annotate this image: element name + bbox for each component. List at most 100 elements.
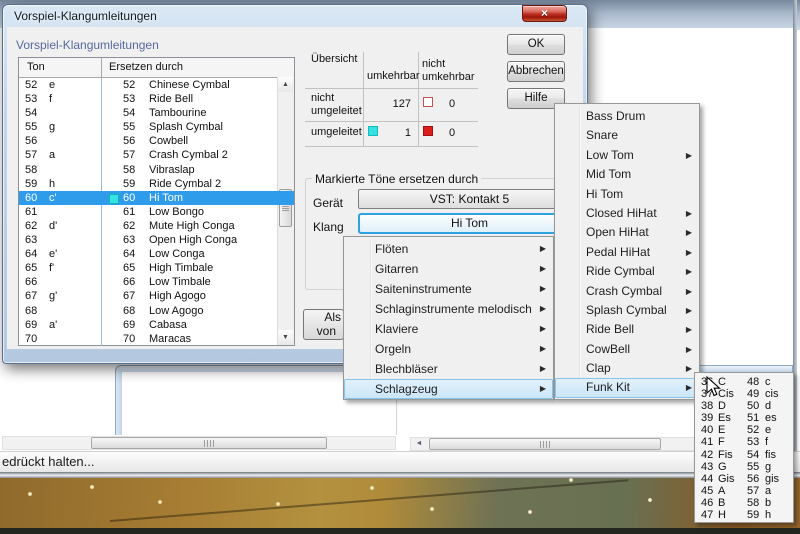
- menu-item[interactable]: Snare ▶: [555, 126, 699, 145]
- count-not-redirected-reversible: 127: [367, 98, 411, 110]
- dialog-heading: Vorspiel-Klangumleitungen: [16, 38, 159, 52]
- table-row[interactable]: 57 a 57 Crash Cymbal 2: [19, 148, 294, 162]
- menu-item[interactable]: Funk Kit ▶: [555, 378, 699, 397]
- table-row[interactable]: 53 f 53 Ride Bell: [19, 92, 294, 106]
- table-row[interactable]: 66 66 Low Timbale: [19, 275, 294, 289]
- table-row[interactable]: 64 e' 64 Low Conga: [19, 247, 294, 261]
- submenu-arrow-icon: ▶: [686, 321, 692, 338]
- menu-item[interactable]: Saiteninstrumente ▶: [344, 279, 553, 299]
- table-row[interactable]: 70 70 Maracas: [19, 332, 294, 346]
- drum-sound-menu: Bass Drum ▶ Snare ▶ Low Tom ▶ Mid Tom ▶ …: [554, 103, 700, 400]
- menu-item[interactable]: Schlagzeug ▶: [344, 379, 553, 399]
- menu-item[interactable]: Gitarren ▶: [344, 259, 553, 279]
- submenu-arrow-icon: ▶: [540, 260, 546, 278]
- tone-mapping-table[interactable]: Ton Ersetzen durch 52 e 52 Chinese Cymba…: [18, 57, 295, 346]
- instrument-category-menu: Flöten ▶ Gitarren ▶ Saiteninstrumente ▶ …: [343, 236, 554, 400]
- note-menu-row[interactable]: 47 H 59 h: [695, 509, 793, 521]
- scroll-left-icon[interactable]: ◄: [412, 438, 426, 450]
- note-menu-row[interactable]: 44 Gis 56 gis: [695, 473, 793, 485]
- column-not-reversible: nicht umkehrbar: [422, 58, 476, 84]
- menu-item[interactable]: Ride Cymbal ▶: [555, 262, 699, 281]
- table-header: Ton Ersetzen durch: [19, 58, 294, 78]
- submenu-arrow-icon: ▶: [540, 320, 546, 338]
- submenu-arrow-icon: ▶: [686, 244, 692, 261]
- submenu-arrow-icon: ▶: [686, 263, 692, 280]
- count-redirected-reversible: 1: [367, 127, 411, 139]
- note-menu-row[interactable]: 42 Fis 54 fis: [695, 449, 793, 461]
- submenu-arrow-icon: ▶: [540, 360, 546, 378]
- column-divider: [101, 78, 102, 346]
- menu-item[interactable]: Blechbläser ▶: [344, 359, 553, 379]
- device-button[interactable]: VST: Kontakt 5: [358, 189, 581, 209]
- menu-item[interactable]: Clap ▶: [555, 359, 699, 378]
- sound-button[interactable]: Hi Tom: [358, 213, 581, 234]
- horizontal-scrollbar-left-pane[interactable]: [2, 436, 396, 450]
- table-row[interactable]: 60 c' 60 Hi Tom: [19, 191, 294, 205]
- menu-item[interactable]: Low Tom ▶: [555, 146, 699, 165]
- table-row[interactable]: 68 68 Low Agogo: [19, 304, 294, 318]
- table-row[interactable]: 52 e 52 Chinese Cymbal: [19, 78, 294, 92]
- menu-item[interactable]: Orgeln ▶: [344, 339, 553, 359]
- child-window-left-frame: [115, 371, 122, 435]
- replace-groupbox-title: Markierte Töne ersetzen durch: [312, 172, 481, 186]
- scrollbar-thumb[interactable]: [429, 438, 661, 450]
- table-vertical-scrollbar[interactable]: ▲ ▼: [277, 77, 294, 345]
- table-row[interactable]: 56 56 Cowbell: [19, 134, 294, 148]
- menu-item[interactable]: Klaviere ▶: [344, 319, 553, 339]
- mouse-cursor-icon: [706, 376, 722, 398]
- status-text: edrückt halten...: [2, 454, 95, 469]
- table-row[interactable]: 67 g' 67 High Agogo: [19, 289, 294, 303]
- menu-item[interactable]: Pedal HiHat ▶: [555, 243, 699, 262]
- note-menu-row[interactable]: 39 Es 51 es: [695, 412, 793, 424]
- menu-item[interactable]: Open HiHat ▶: [555, 223, 699, 242]
- menu-item[interactable]: Flöten ▶: [344, 239, 553, 259]
- count-redirected-not-reversible: 0: [449, 127, 455, 139]
- menu-item[interactable]: CowBell ▶: [555, 340, 699, 359]
- cancel-button[interactable]: Abbrechen: [507, 61, 565, 82]
- table-row[interactable]: 62 d' 62 Mute High Conga: [19, 219, 294, 233]
- menu-item[interactable]: Splash Cymbal ▶: [555, 301, 699, 320]
- count-not-redirected-not-reversible: 0: [449, 98, 455, 110]
- table-row[interactable]: 59 h 59 Ride Cymbal 2: [19, 177, 294, 191]
- taskbar-strip: [0, 528, 800, 534]
- table-row[interactable]: 63 63 Open High Conga: [19, 233, 294, 247]
- submenu-arrow-icon: ▶: [686, 224, 692, 241]
- desktop-wallpaper: [0, 478, 800, 528]
- table-row[interactable]: 54 54 Tambourine: [19, 106, 294, 120]
- menu-item[interactable]: Bass Drum ▶: [555, 107, 699, 126]
- submenu-arrow-icon: ▶: [686, 379, 692, 396]
- submenu-arrow-icon: ▶: [540, 340, 546, 358]
- table-row[interactable]: 58 58 Vibraslap: [19, 163, 294, 177]
- status-bar: edrückt halten...: [0, 451, 800, 472]
- table-row[interactable]: 55 g 55 Splash Cymbal: [19, 120, 294, 134]
- menu-item[interactable]: Schlaginstrumente melodisch ▶: [344, 299, 553, 319]
- scroll-up-icon[interactable]: ▲: [278, 77, 293, 92]
- table-row[interactable]: 69 a' 69 Cabasa: [19, 318, 294, 332]
- ok-button[interactable]: OK: [507, 34, 565, 55]
- column-header-tone: Ton: [27, 61, 45, 73]
- submenu-arrow-icon: ▶: [686, 360, 692, 377]
- table-row[interactable]: 61 61 Low Bongo: [19, 205, 294, 219]
- scrollbar-thumb[interactable]: [91, 437, 327, 449]
- table-row[interactable]: 65 f' 65 High Timbale: [19, 261, 294, 275]
- note-menu-row[interactable]: 40 E 52 e: [695, 424, 793, 436]
- partially-hidden-button[interactable]: Als von: [303, 309, 344, 340]
- menu-item[interactable]: Crash Cymbal ▶: [555, 282, 699, 301]
- submenu-arrow-icon: ▶: [540, 240, 546, 258]
- overview-title: Übersicht: [311, 53, 357, 65]
- menu-item[interactable]: Hi Tom ▶: [555, 185, 699, 204]
- menu-item[interactable]: Mid Tom ▶: [555, 165, 699, 184]
- legend-outline-square-icon: [423, 97, 433, 107]
- scroll-down-icon[interactable]: ▼: [278, 330, 293, 345]
- table-body: 52 e 52 Chinese Cymbal 53 f 53 Ride Bell…: [19, 78, 294, 346]
- close-button[interactable]: ×: [522, 5, 567, 22]
- menu-item[interactable]: Ride Bell ▶: [555, 320, 699, 339]
- note-menu-row[interactable]: 41 F 53 f: [695, 436, 793, 448]
- submenu-arrow-icon: ▶: [686, 147, 692, 164]
- note-menu-row[interactable]: 45 A 57 a: [695, 485, 793, 497]
- submenu-arrow-icon: ▶: [540, 280, 546, 298]
- menu-item[interactable]: Closed HiHat ▶: [555, 204, 699, 223]
- note-menu-row[interactable]: 38 D 50 d: [695, 400, 793, 412]
- note-menu-row[interactable]: 43 G 55 g: [695, 461, 793, 473]
- note-menu-row[interactable]: 46 B 58 b: [695, 497, 793, 509]
